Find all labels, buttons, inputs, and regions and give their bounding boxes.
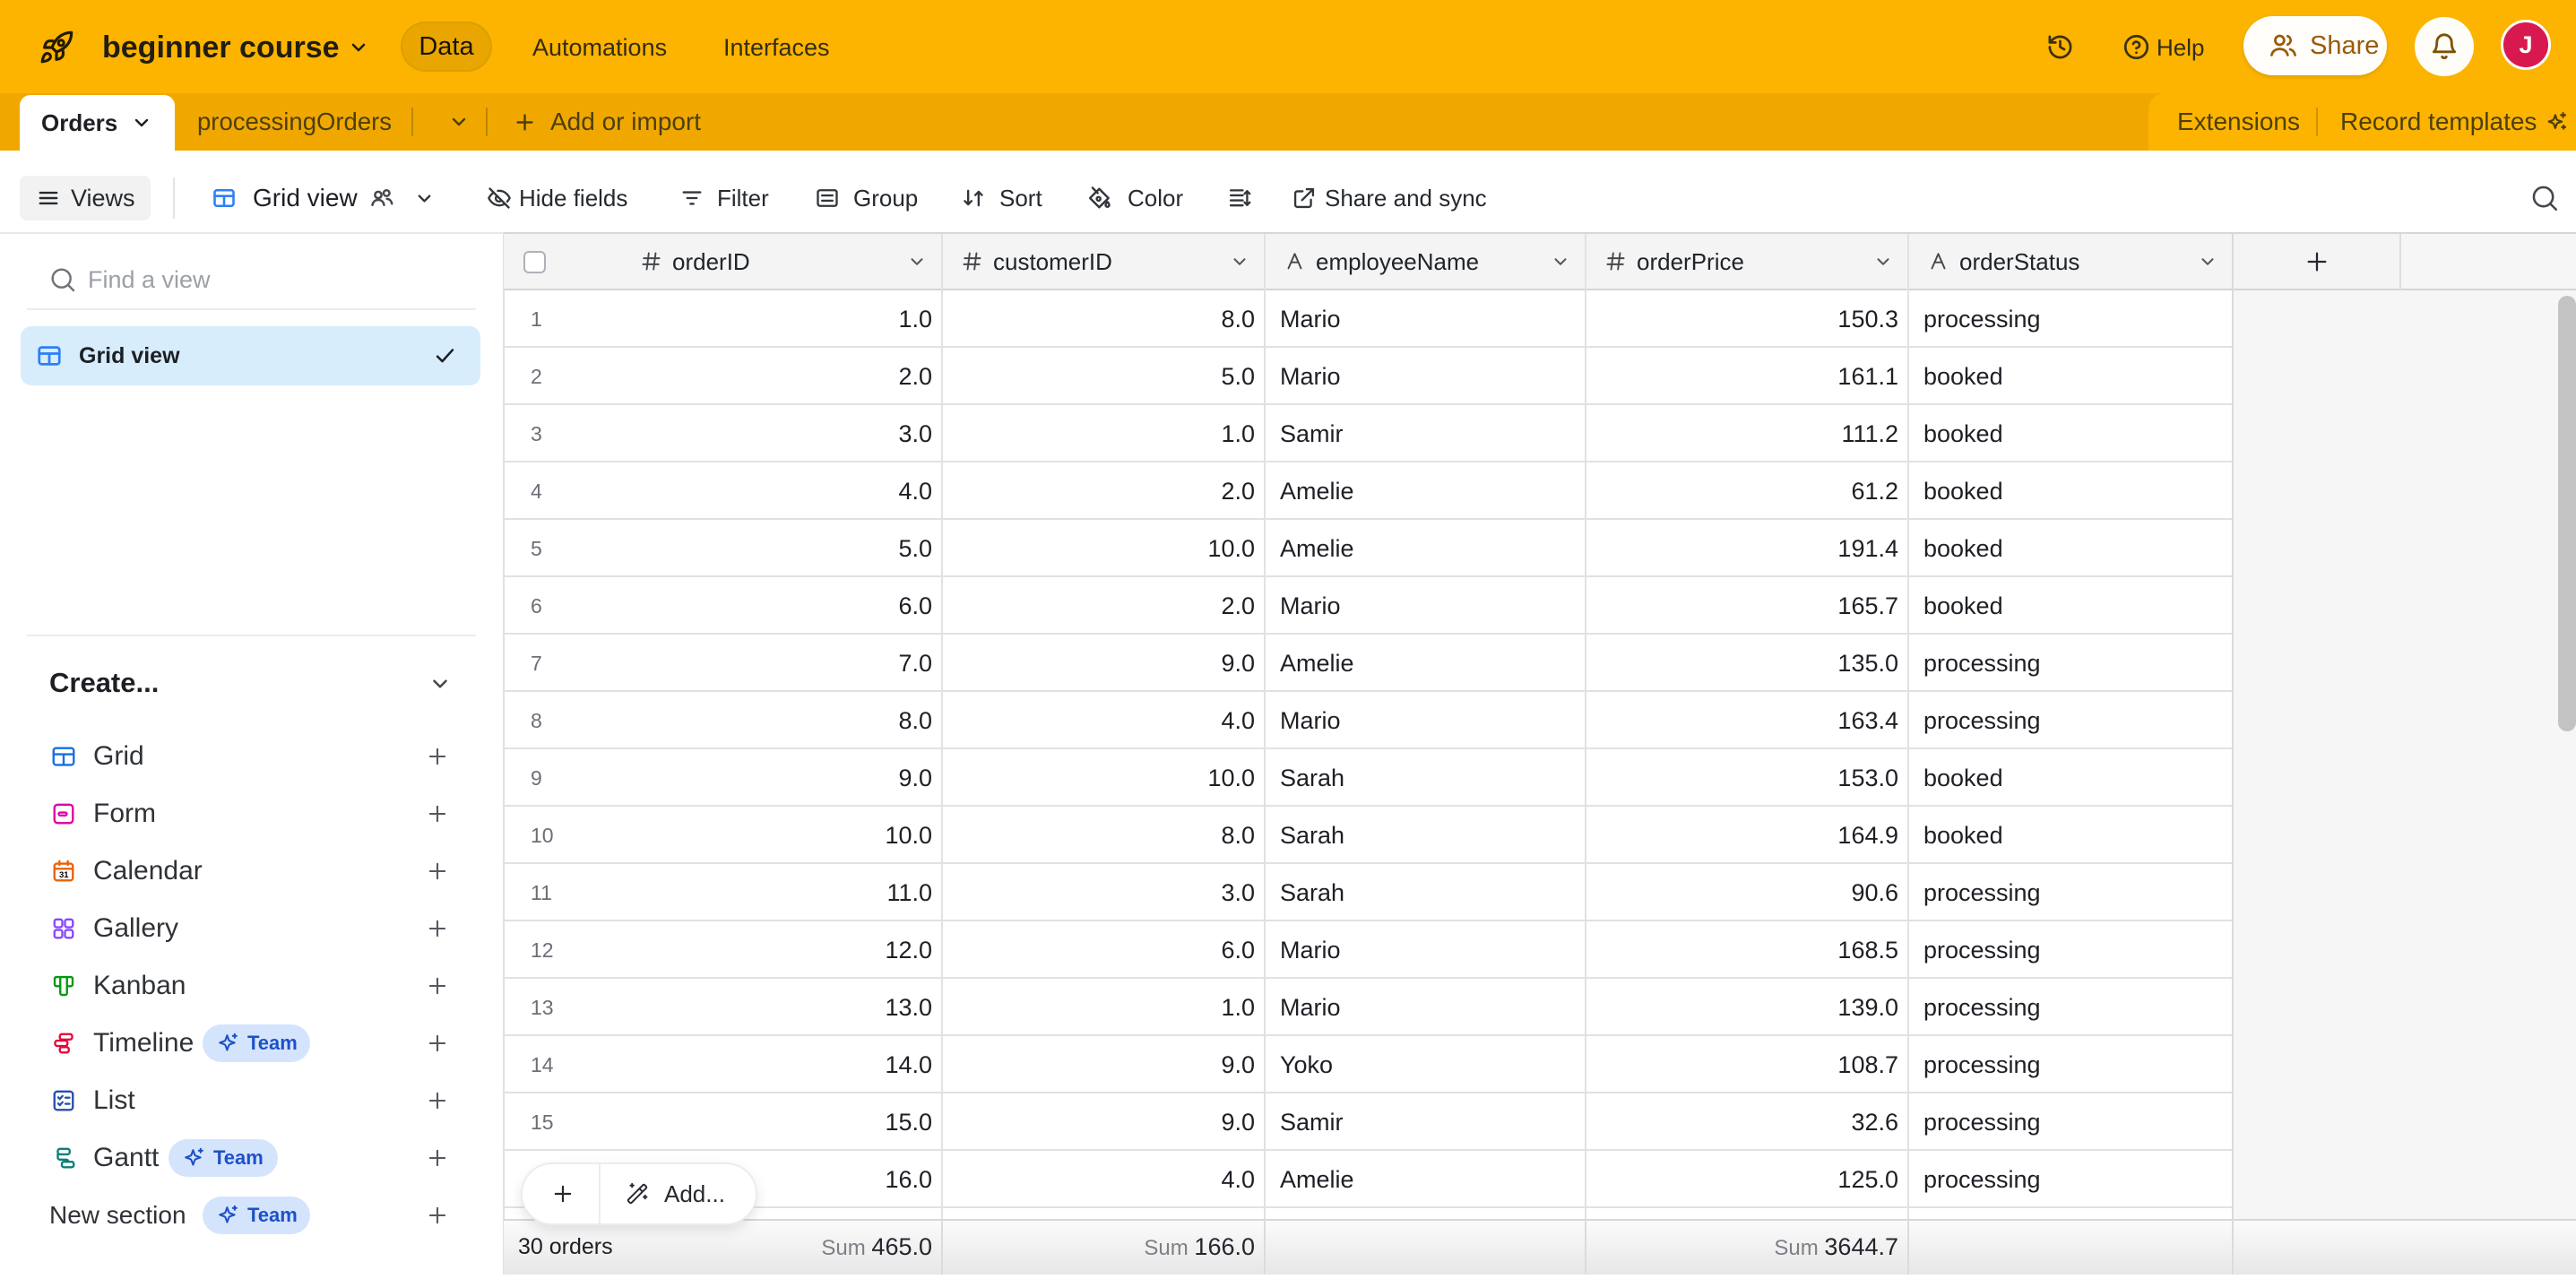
svg-text:31: 31 bbox=[59, 870, 69, 880]
